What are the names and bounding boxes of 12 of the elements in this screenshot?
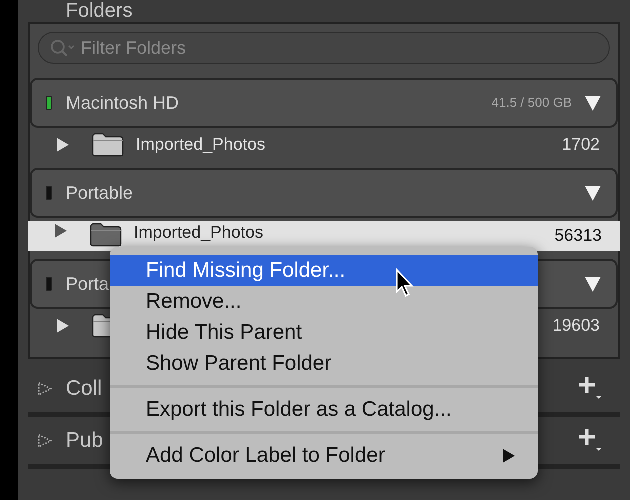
photo-count: 56313	[554, 225, 602, 247]
section-title: Coll	[66, 376, 102, 402]
panel-title: Folders	[66, 1, 133, 21]
photo-count: 1702	[562, 134, 600, 156]
volume-name: Porta	[66, 272, 110, 296]
volume-name: Macintosh HD	[66, 92, 180, 114]
folder-name: Imported_Photos	[134, 223, 264, 243]
folder-name: Imported_Photos	[136, 135, 266, 155]
volume-name: Portable	[66, 182, 134, 204]
volume-usage: 41.5 / 500 GB	[492, 94, 572, 112]
photo-count: 19603	[552, 315, 600, 338]
section-title: Pub	[66, 428, 104, 454]
